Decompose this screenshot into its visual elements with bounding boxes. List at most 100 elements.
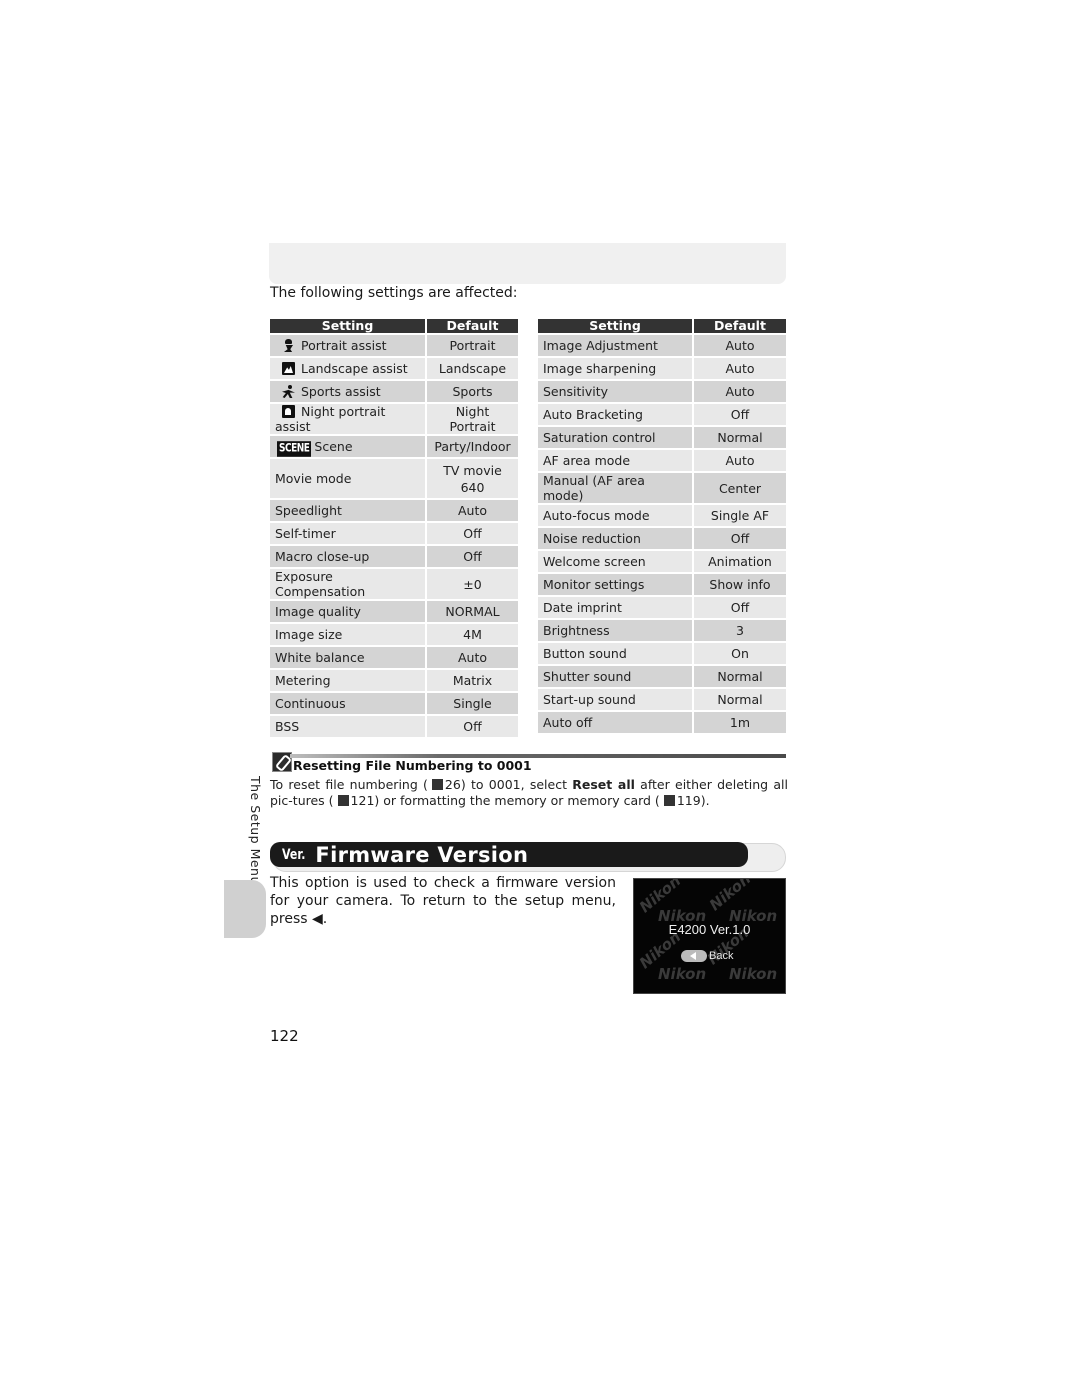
- setting-default: Off: [427, 546, 518, 567]
- setting-default: TV movie 640: [427, 459, 518, 498]
- setting-default: Auto: [427, 647, 518, 668]
- setting-default: Center: [694, 473, 786, 503]
- setting-name: Sports assist: [301, 384, 381, 399]
- nikon-watermark: Nikon: [729, 965, 778, 983]
- setting-name: Image quality: [270, 601, 427, 622]
- setting-default: Auto: [694, 381, 786, 402]
- setting-name: Auto off: [538, 712, 694, 733]
- setting-default: Show info: [694, 574, 786, 595]
- nikon-watermark: Nikon: [658, 965, 707, 983]
- back-label: Back: [709, 950, 734, 962]
- setting-name: Date imprint: [538, 597, 694, 618]
- default-line-1: TV movie: [443, 462, 502, 478]
- setting-name: Button sound: [538, 643, 694, 664]
- setting-default: Auto: [694, 358, 786, 379]
- setting-name: White balance: [270, 647, 427, 668]
- table-row: Welcome screen Animation: [538, 551, 786, 572]
- setting-name: Exposure Compensation: [270, 569, 427, 599]
- table-row: Exposure Compensation ±0: [270, 569, 518, 599]
- section-description: This option is used to check a firmware …: [270, 875, 616, 927]
- table-row: BSS Off: [270, 716, 518, 737]
- setting-default: Off: [694, 404, 786, 425]
- setting-default: On: [694, 643, 786, 664]
- section-heading: Ver. Firmware Version: [270, 842, 748, 867]
- setting-default: Off: [694, 597, 786, 618]
- page-reference-icon: [431, 779, 443, 790]
- header-band: [269, 243, 786, 284]
- table-row: Image Adjustment Auto: [538, 335, 786, 356]
- setting-default: Off: [427, 523, 518, 544]
- setting-default: Party/Indoor: [427, 436, 518, 457]
- setting-default: Portrait: [427, 335, 518, 356]
- table-row: Night portrait assist Night Portrait: [270, 404, 518, 434]
- note-text: ) to 0001, select: [460, 777, 573, 792]
- table-row: Image size 4M: [270, 624, 518, 645]
- setting-name: Macro close-up: [270, 546, 427, 567]
- page-reference: 26: [444, 777, 461, 792]
- setting-default: Auto: [427, 500, 518, 521]
- table-row: AF area mode Auto: [538, 450, 786, 471]
- setting-name: Shutter sound: [538, 666, 694, 687]
- note-pencil-icon: [272, 752, 292, 772]
- back-indicator: Back: [681, 950, 733, 962]
- page-reference-icon: [663, 795, 675, 806]
- table-row: Start-up sound Normal: [538, 689, 786, 710]
- table-row: White balance Auto: [270, 647, 518, 668]
- setting-default: Single: [427, 693, 518, 714]
- setting-name: Scene: [314, 438, 353, 454]
- setting-default: 4M: [427, 624, 518, 645]
- camera-monitor-screenshot: Nikon Nikon Nikon Nikon Nikon Nikon Niko…: [633, 878, 786, 994]
- setting-default: Sports: [427, 381, 518, 402]
- column-header-default: Default: [694, 319, 786, 333]
- chapter-side-label: The Setup Menu: [248, 776, 263, 885]
- setting-name: Sensitivity: [538, 381, 694, 402]
- firmware-version-text: E4200 Ver.1.0: [668, 922, 751, 937]
- setting-name: Portrait assist: [301, 338, 387, 353]
- column-header-setting: Setting: [270, 319, 427, 333]
- setting-name: Saturation control: [538, 427, 694, 448]
- setting-default: ±0: [427, 569, 518, 599]
- setting-default: Normal: [694, 427, 786, 448]
- setting-name: Image Adjustment: [538, 335, 694, 356]
- setting-default: Single AF: [694, 505, 786, 526]
- page-reference: 121: [350, 793, 375, 808]
- section-title: Firmware Version: [315, 842, 529, 867]
- setting-name: Auto-focus mode: [538, 505, 694, 526]
- note-text: ) or formatting the memory or memory car…: [374, 793, 660, 808]
- column-header-default: Default: [427, 319, 518, 333]
- default-line-2: 640: [460, 479, 485, 495]
- setting-name: Landscape assist: [301, 361, 408, 376]
- table-row: Portrait assist Portrait: [270, 335, 518, 356]
- table-row: Shutter sound Normal: [538, 666, 786, 687]
- column-header-setting: Setting: [538, 319, 694, 333]
- setting-default: Landscape: [427, 358, 518, 379]
- setting-name: Continuous: [270, 693, 427, 714]
- setting-name: Brightness: [538, 620, 694, 641]
- setting-name: Auto Bracketing: [538, 404, 694, 425]
- setting-default: Off: [427, 716, 518, 737]
- left-arrow-icon: [681, 950, 707, 962]
- table-row: Auto off 1m: [538, 712, 786, 733]
- setting-default: Night Portrait: [427, 404, 518, 434]
- intro-text: The following settings are affected:: [270, 285, 518, 301]
- setting-name: Welcome screen: [538, 551, 694, 572]
- night-portrait-assist-icon: [282, 405, 295, 418]
- setting-default: 1m: [694, 712, 786, 733]
- note-title: Resetting File Numbering to 0001: [293, 758, 532, 773]
- landscape-assist-icon: [282, 362, 295, 375]
- table-row: Sports assist Sports: [270, 381, 518, 402]
- chapter-thumb-tab: [224, 880, 266, 938]
- table-row: Button sound On: [538, 643, 786, 664]
- setting-default: Off: [694, 528, 786, 549]
- table-row: Auto Bracketing Off: [538, 404, 786, 425]
- page-number: 122: [270, 1027, 299, 1045]
- setting-default: Animation: [694, 551, 786, 572]
- setting-name: BSS: [270, 716, 427, 737]
- setting-default: Auto: [694, 335, 786, 356]
- table-row: Sensitivity Auto: [538, 381, 786, 402]
- scene-icon: SCENE: [277, 440, 312, 457]
- table-row: Manual (AF area mode) Center: [538, 473, 786, 503]
- settings-table-right: Setting Default Image Adjustment Auto Imag…: [538, 317, 786, 735]
- table-row: Date imprint Off: [538, 597, 786, 618]
- setting-name: Self-timer: [270, 523, 427, 544]
